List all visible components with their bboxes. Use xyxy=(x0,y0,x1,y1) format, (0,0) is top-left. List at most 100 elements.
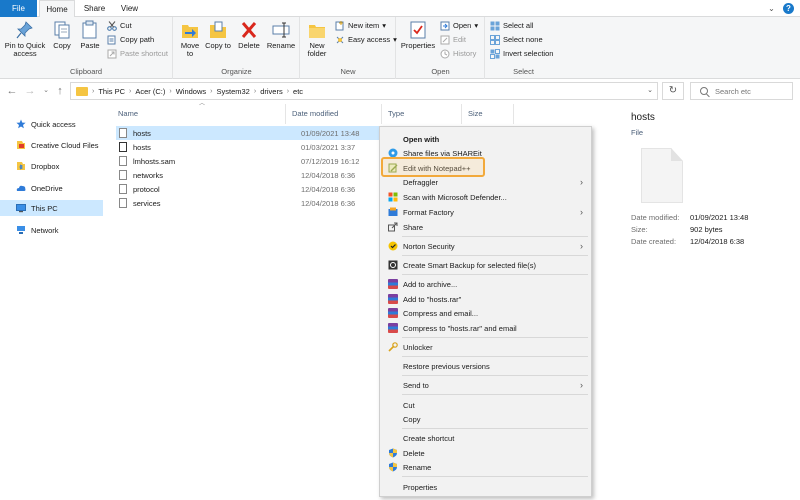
rename-icon xyxy=(272,20,290,40)
paste-button[interactable]: Paste xyxy=(78,20,102,50)
unlocker-icon xyxy=(388,342,398,352)
winrar-icon xyxy=(388,323,398,333)
copy-path-button[interactable]: Copy path xyxy=(107,34,154,46)
select-none-button[interactable]: Select none xyxy=(490,34,543,46)
nav-item-this-pc[interactable]: This PC xyxy=(0,200,103,216)
file-name: services xyxy=(133,198,161,208)
help-icon[interactable]: ? xyxy=(783,3,794,14)
chevron-down-icon[interactable]: ⌄ xyxy=(647,86,653,94)
chevron-right-icon: › xyxy=(129,87,132,95)
history-button[interactable]: History xyxy=(440,48,476,60)
menu-item-scan-defender[interactable]: Scan with Microsoft Defender... xyxy=(381,190,590,204)
move-to-icon xyxy=(181,20,199,40)
menu-label: Share xyxy=(403,222,424,232)
menu-item-norton-security[interactable]: Norton Security › xyxy=(381,239,590,253)
move-to-button[interactable]: Move to xyxy=(177,20,203,58)
menu-item-share[interactable]: Share xyxy=(381,220,590,234)
breadcrumb-drivers[interactable]: drivers xyxy=(260,87,283,96)
menu-item-unlocker[interactable]: Unlocker xyxy=(381,340,590,354)
tab-home[interactable]: Home xyxy=(39,0,75,18)
chevron-right-icon: › xyxy=(286,87,290,95)
menu-item-rename[interactable]: Rename xyxy=(381,460,590,474)
file-date: 12/04/2018 6:36 xyxy=(301,170,356,180)
menu-item-copy[interactable]: Copy xyxy=(381,412,590,426)
delete-icon xyxy=(240,20,258,40)
new-folder-icon xyxy=(308,20,326,40)
file-icon xyxy=(119,198,127,208)
menu-item-send-to[interactable]: Send to › xyxy=(381,378,590,392)
nav-item-onedrive[interactable]: OneDrive xyxy=(0,180,103,196)
dropbox-icon xyxy=(16,161,26,171)
pin-to-quick-access-button[interactable]: Pin to Quick access xyxy=(3,20,47,58)
menu-label: Defraggler xyxy=(403,177,439,187)
copy-to-button[interactable]: Copy to xyxy=(205,20,231,50)
nav-item-quick-access[interactable]: Quick access xyxy=(0,116,103,132)
properties-button[interactable]: Properties xyxy=(400,20,436,50)
menu-item-delete[interactable]: Delete xyxy=(381,446,590,460)
menu-item-open-with[interactable]: Open with xyxy=(381,132,590,146)
search-input[interactable]: Search etc xyxy=(690,82,793,100)
open-group-label: Open xyxy=(431,67,450,76)
menu-item-compress-to-rar-email[interactable]: Compress to "hosts.rar" and email xyxy=(381,321,590,335)
menu-label: Format Factory xyxy=(403,207,454,217)
details-date-created: Date created: 12/04/2018 6:38 xyxy=(631,237,744,246)
tab-file[interactable]: File xyxy=(0,0,37,17)
winrar-icon xyxy=(388,308,398,318)
breadcrumb-this-pc[interactable]: This PC xyxy=(98,87,125,96)
select-group-label: Select xyxy=(513,67,534,76)
star-icon xyxy=(16,119,26,129)
select-none-icon xyxy=(490,35,500,45)
column-header-size[interactable]: Size xyxy=(462,104,514,124)
uac-shield-icon xyxy=(388,462,398,472)
breadcrumb-drive[interactable]: Acer (C:) xyxy=(135,87,165,96)
menu-item-format-factory[interactable]: Format Factory › xyxy=(381,205,590,219)
cut-button[interactable]: Cut xyxy=(107,20,132,32)
nav-item-creative-cloud[interactable]: Creative Cloud Files xyxy=(0,137,103,153)
select-all-button[interactable]: Select all xyxy=(490,20,533,32)
column-header-name[interactable]: Name xyxy=(112,104,286,124)
invert-selection-button[interactable]: Invert selection xyxy=(490,48,553,60)
menu-item-create-shortcut[interactable]: Create shortcut xyxy=(381,431,590,445)
file-date: 12/04/2018 6:36 xyxy=(301,198,356,208)
paste-shortcut-button[interactable]: Paste shortcut xyxy=(107,48,168,60)
new-item-button[interactable]: New item ▾ xyxy=(335,20,386,32)
ribbon-controls: ⌄ ? xyxy=(766,3,794,14)
menu-item-add-to-archive[interactable]: Add to archive... xyxy=(381,277,590,291)
menu-item-cut[interactable]: Cut xyxy=(381,398,590,412)
column-header-type[interactable]: Type xyxy=(382,104,462,124)
menu-item-restore-previous-versions[interactable]: Restore previous versions xyxy=(381,359,590,373)
menu-label: Unlocker xyxy=(403,342,433,352)
open-button[interactable]: Open ▾ xyxy=(440,20,478,32)
tab-view[interactable]: View xyxy=(113,0,146,17)
menu-item-compress-and-email[interactable]: Compress and email... xyxy=(381,306,590,320)
address-bar[interactable]: › This PC › Acer (C:) › Windows › System… xyxy=(70,82,658,100)
menu-item-add-to-hosts-rar[interactable]: Add to "hosts.rar" xyxy=(381,292,590,306)
back-arrow-icon[interactable]: ← xyxy=(6,84,18,98)
select-group: Select all Select none Invert selection … xyxy=(486,17,561,79)
organize-group-label: Organize xyxy=(221,67,252,76)
breadcrumb-etc[interactable]: etc xyxy=(293,87,303,96)
column-header-date-modified[interactable]: Date modified xyxy=(286,104,382,124)
nav-item-dropbox[interactable]: Dropbox xyxy=(0,158,103,174)
easy-access-button[interactable]: Easy access ▾ xyxy=(335,34,397,46)
copy-button[interactable]: Copy xyxy=(50,20,74,50)
new-folder-button[interactable]: New folder xyxy=(304,20,330,58)
breadcrumb-system32[interactable]: System32 xyxy=(216,87,249,96)
chevron-right-icon: › xyxy=(580,177,583,187)
up-arrow-icon[interactable]: ↑ xyxy=(54,84,66,98)
tab-share[interactable]: Share xyxy=(78,0,111,17)
copy-path-label: Copy path xyxy=(120,35,155,44)
rename-button[interactable]: Rename xyxy=(266,20,296,50)
breadcrumb-windows[interactable]: Windows xyxy=(176,87,206,96)
refresh-icon[interactable]: ↻ xyxy=(662,82,684,100)
recent-locations-icon[interactable]: ⌄ xyxy=(40,84,52,98)
menu-item-defraggler[interactable]: Defraggler › xyxy=(381,175,590,189)
forward-arrow-icon[interactable]: → xyxy=(24,84,36,98)
file-name: networks xyxy=(133,170,164,180)
edit-button[interactable]: Edit xyxy=(440,34,466,46)
delete-button[interactable]: Delete xyxy=(235,20,263,50)
chevron-down-icon[interactable]: ⌄ xyxy=(766,3,777,14)
menu-item-properties[interactable]: Properties xyxy=(381,480,590,494)
menu-item-smart-backup[interactable]: Create Smart Backup for selected file(s) xyxy=(381,258,590,272)
nav-item-network[interactable]: Network xyxy=(0,222,103,238)
